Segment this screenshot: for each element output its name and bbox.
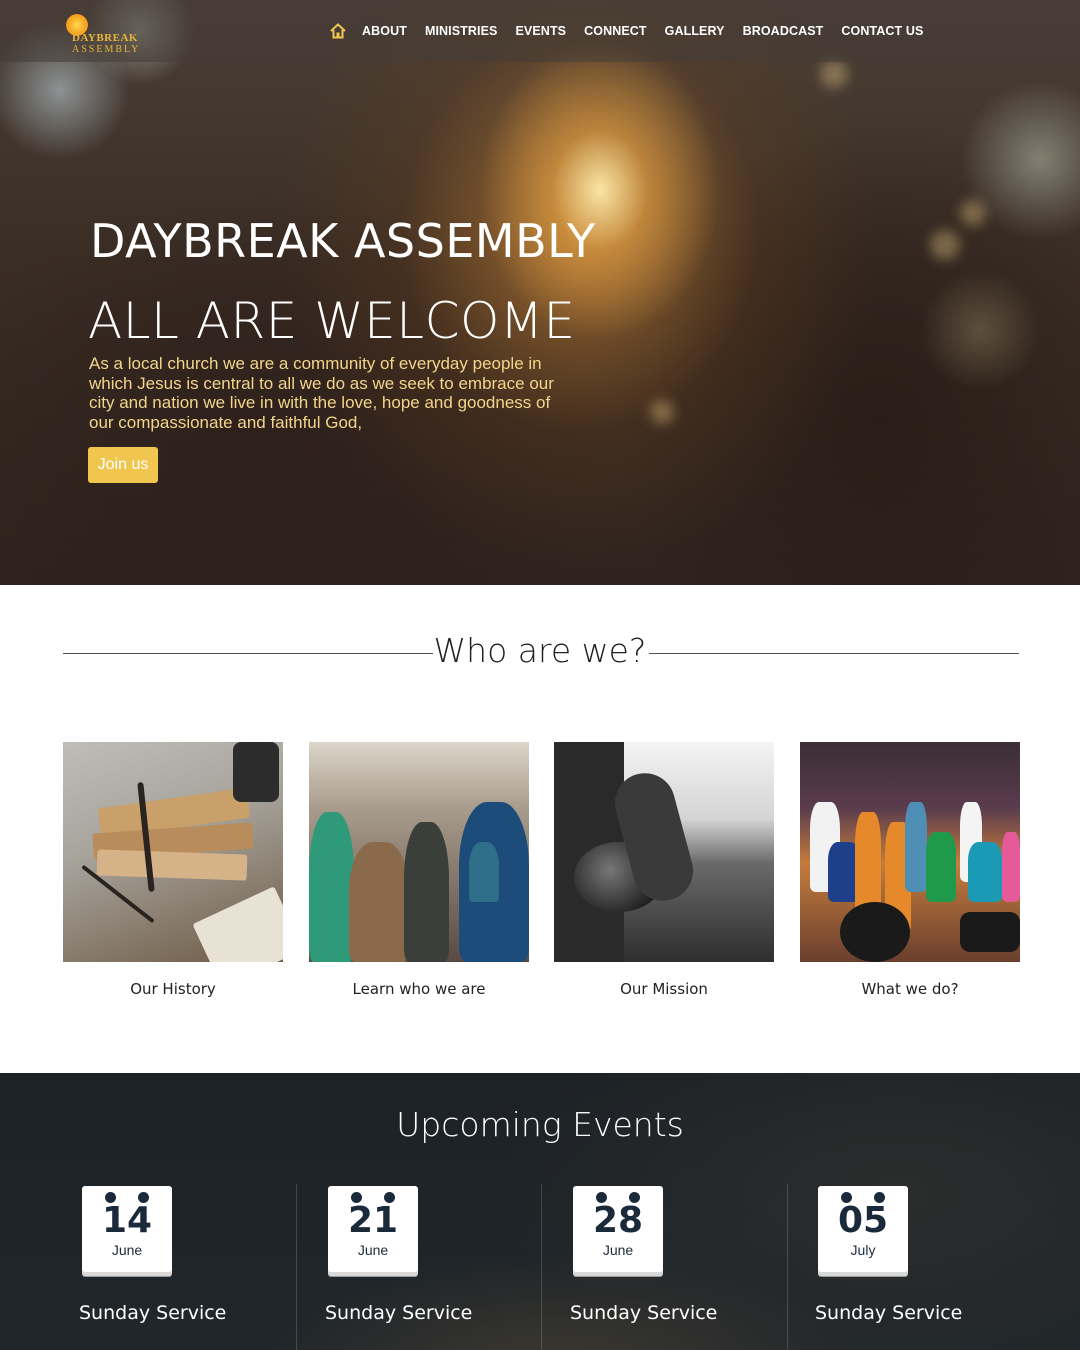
- hero-section: DAYBREAK ASSEMBLY ABOUT MINISTRIES EVENT…: [0, 0, 1080, 585]
- nav-connect[interactable]: CONNECT: [584, 24, 647, 38]
- nav-events[interactable]: EVENTS: [516, 24, 567, 38]
- upcoming-events-section: Upcoming Events 14 June Sunday Service 2…: [0, 1073, 1080, 1350]
- card-our-mission[interactable]: Our Mission: [554, 742, 774, 998]
- site-logo[interactable]: DAYBREAK ASSEMBLY: [60, 12, 146, 56]
- event-divider: [787, 1184, 788, 1350]
- card-what-we-do[interactable]: What we do?: [800, 742, 1020, 998]
- hero-bokeh: [650, 400, 674, 424]
- calendar-icon: 05 July: [818, 1186, 908, 1272]
- event-month: June: [111, 1242, 143, 1258]
- card-our-history[interactable]: Our History: [63, 742, 283, 998]
- hero-bokeh: [930, 230, 960, 260]
- logo-text-bottom: ASSEMBLY: [72, 44, 141, 55]
- hero-description: As a local church we are a community of …: [89, 354, 554, 432]
- hero-bokeh: [820, 60, 848, 88]
- card-label[interactable]: Our History: [63, 980, 283, 998]
- choir-image: [800, 742, 1020, 962]
- card-label[interactable]: Our Mission: [554, 980, 774, 998]
- calendar-icon: 21 June: [328, 1186, 418, 1272]
- hero-title: DAYBREAK ASSEMBLY: [90, 214, 596, 268]
- event-day: 14: [101, 1200, 153, 1241]
- card-learn-who-we-are[interactable]: Learn who we are: [309, 742, 529, 998]
- who-are-we-section: Who are we? Our History Learn who we are: [0, 585, 1080, 1073]
- event-name[interactable]: Sunday Service: [570, 1302, 717, 1324]
- event-month: July: [850, 1242, 876, 1258]
- hero-bokeh: [960, 200, 986, 226]
- event-name[interactable]: Sunday Service: [815, 1302, 962, 1324]
- event-day: 05: [837, 1200, 889, 1241]
- mission-image: [554, 742, 774, 962]
- section-divider-right: [649, 653, 1019, 654]
- event-day: 21: [347, 1200, 399, 1241]
- hero-subtitle: ALL ARE WELCOME: [88, 292, 576, 350]
- history-image: [63, 742, 283, 962]
- event-divider: [541, 1184, 542, 1350]
- event-name[interactable]: Sunday Service: [79, 1302, 226, 1324]
- main-menu: ABOUT MINISTRIES EVENTS CONNECT GALLERY …: [330, 0, 941, 62]
- congregation-image: [309, 742, 529, 962]
- card-label[interactable]: Learn who we are: [309, 980, 529, 998]
- join-us-button[interactable]: Join us: [88, 447, 158, 483]
- top-navbar: DAYBREAK ASSEMBLY ABOUT MINISTRIES EVENT…: [0, 0, 1080, 62]
- nav-contact-us[interactable]: CONTACT US: [841, 24, 923, 38]
- nav-broadcast[interactable]: BROADCAST: [743, 24, 824, 38]
- event-month: June: [602, 1242, 634, 1258]
- event-divider: [296, 1184, 297, 1350]
- nav-ministries[interactable]: MINISTRIES: [425, 24, 498, 38]
- event-day: 28: [592, 1200, 644, 1241]
- events-title: Upcoming Events: [396, 1105, 684, 1144]
- calendar-icon: 28 June: [573, 1186, 663, 1272]
- event-month: June: [357, 1242, 389, 1258]
- card-label[interactable]: What we do?: [800, 980, 1020, 998]
- nav-gallery[interactable]: GALLERY: [665, 24, 725, 38]
- event-name[interactable]: Sunday Service: [325, 1302, 472, 1324]
- nav-about[interactable]: ABOUT: [362, 24, 407, 38]
- logo-text-top: DAYBREAK: [72, 32, 138, 44]
- home-icon[interactable]: [330, 23, 346, 39]
- calendar-icon: 14 June: [82, 1186, 172, 1272]
- section-title: Who are we?: [433, 631, 647, 670]
